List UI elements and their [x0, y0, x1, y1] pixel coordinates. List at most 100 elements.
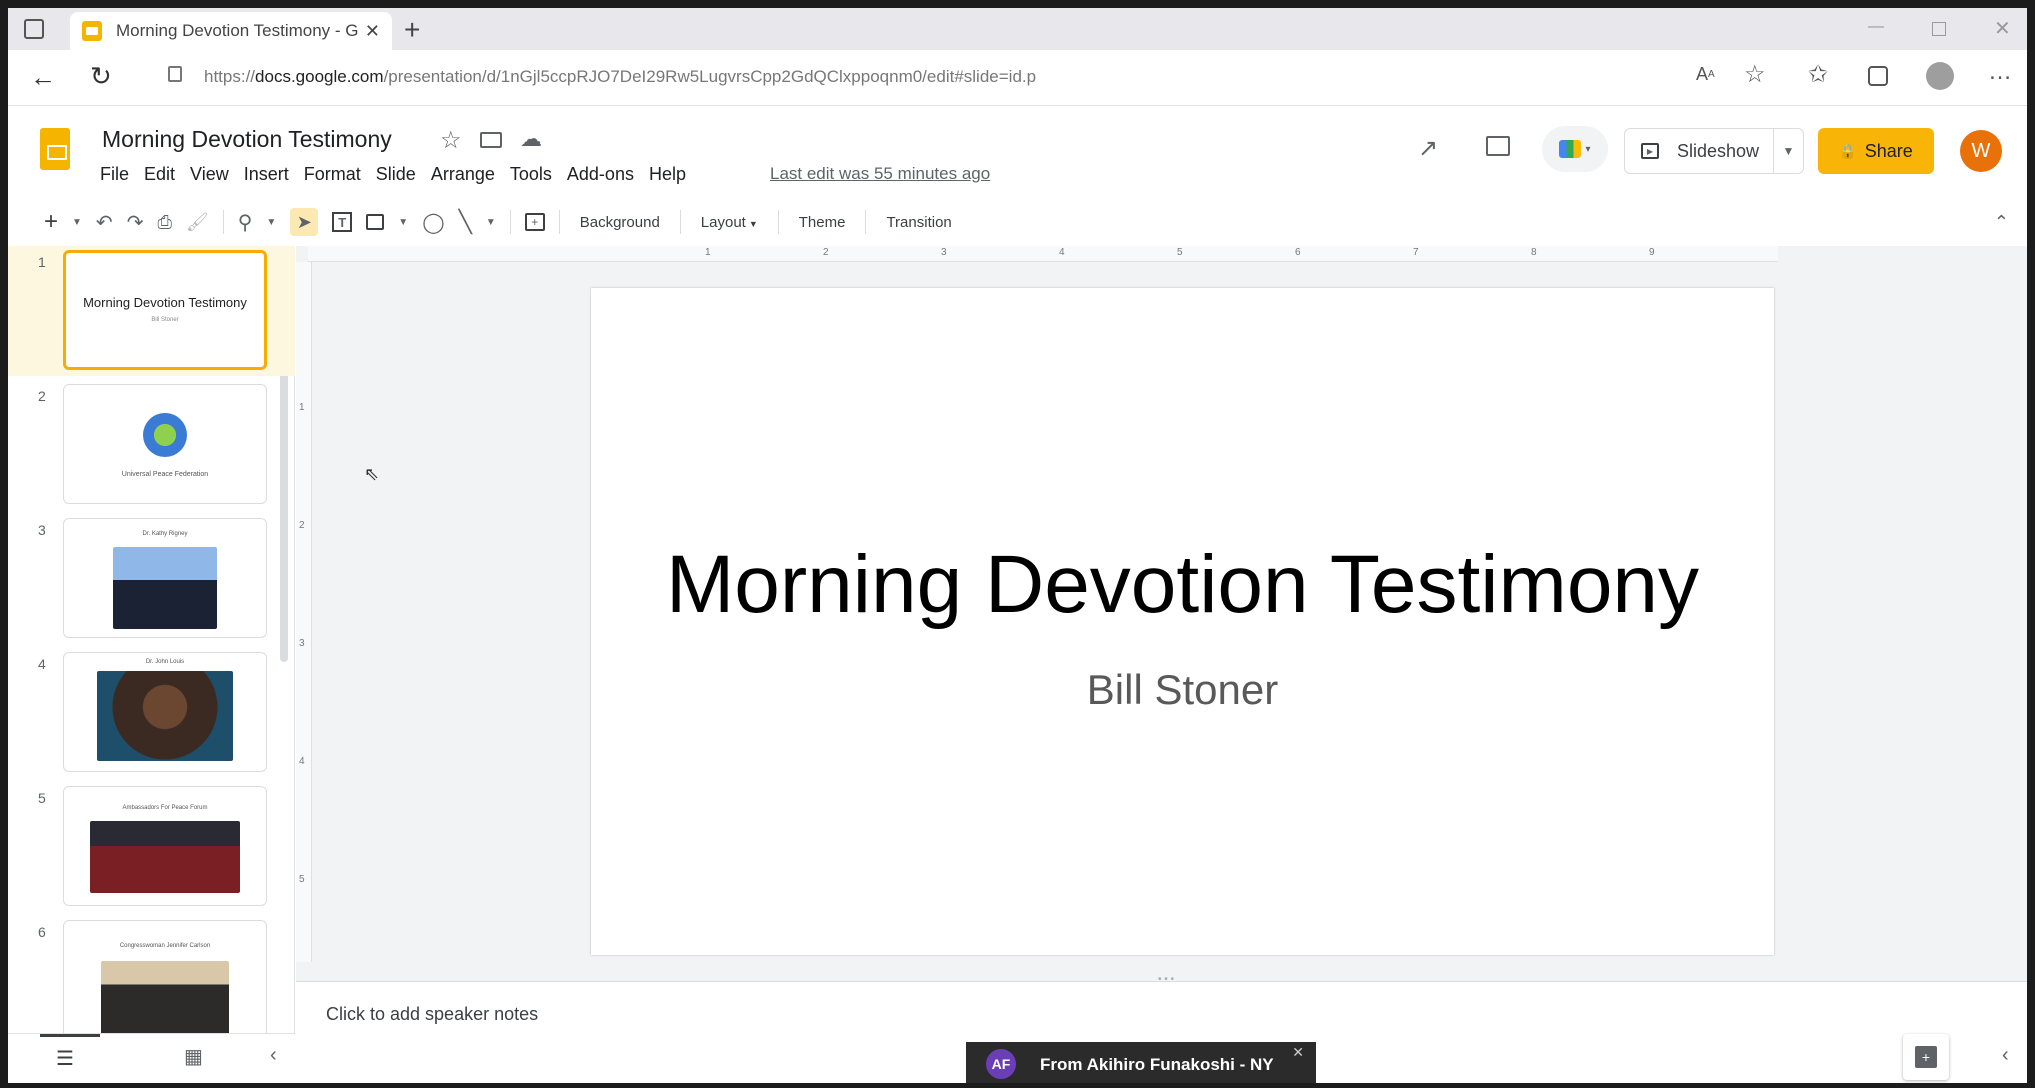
favorites-icon[interactable]: ✩ [1808, 60, 1828, 89]
vertical-ruler[interactable]: 1 2 3 4 5 [296, 262, 312, 962]
slide-thumbnail[interactable]: Dr. John Louis [63, 652, 267, 772]
collections-icon[interactable] [1868, 66, 1888, 86]
shape-icon[interactable]: ◯ [422, 210, 444, 235]
star-icon[interactable]: ☆ [440, 126, 462, 155]
document-title[interactable]: Morning Devotion Testimony [102, 126, 392, 153]
filmstrip-slide[interactable]: 2 Universal Peace Federation [8, 380, 295, 510]
thumb-photo [97, 671, 233, 761]
refresh-icon[interactable]: ↻ [90, 61, 112, 92]
collapse-panel-icon[interactable]: ‹ [270, 1044, 277, 1067]
zoom-dropdown-icon[interactable]: ▼ [266, 217, 276, 228]
ruler-tick-label: 6 [1295, 247, 1301, 258]
collapse-toolbar-icon[interactable]: ⌃ [1994, 212, 2009, 233]
tab-actions-icon[interactable] [24, 19, 44, 39]
menu-format[interactable]: Format [304, 164, 361, 185]
select-cursor-icon[interactable]: ➤ [290, 208, 319, 236]
toolbar-divider [222, 210, 224, 234]
undo-icon[interactable]: ↶ [96, 210, 113, 235]
grid-view-icon[interactable]: ▦ [184, 1044, 203, 1069]
menu-addons[interactable]: Add-ons [567, 164, 634, 185]
ruler-tick-label: 2 [299, 520, 305, 531]
lock-icon [168, 66, 182, 82]
filmstrip-slide[interactable]: 6 Congresswoman Jennifer Carlson [8, 916, 295, 1046]
menu-arrange[interactable]: Arrange [431, 164, 495, 185]
menu-tools[interactable]: Tools [510, 164, 552, 185]
mouse-cursor-icon: ⇖ [364, 464, 380, 484]
slide-canvas[interactable]: Morning Devotion Testimony Bill Stoner [591, 288, 1774, 955]
side-panel-toggle-icon[interactable]: ‹ [2002, 1044, 2009, 1067]
read-aloud-icon[interactable]: AA [1696, 64, 1715, 85]
lock-icon: 🔒 [1839, 142, 1857, 159]
slide-number: 3 [38, 522, 46, 538]
theme-button[interactable]: Theme [793, 214, 852, 231]
restore-icon[interactable] [1932, 22, 1946, 36]
horizontal-ruler[interactable]: 1 2 3 4 5 6 7 8 9 [308, 246, 1778, 262]
paint-format-icon[interactable]: 🖌 [186, 212, 209, 233]
menu-slide[interactable]: Slide [376, 164, 416, 185]
activity-trend-icon[interactable]: ↗ [1418, 134, 1438, 163]
notes-resize-handle[interactable]: • • • [1158, 974, 1174, 985]
redo-icon[interactable]: ↷ [127, 210, 144, 235]
ruler-tick-label: 4 [1059, 247, 1065, 258]
print-icon[interactable]: ⎙ [157, 212, 171, 233]
close-window-icon[interactable]: ✕ [1994, 16, 2011, 41]
cloud-status-icon[interactable]: ☁ [520, 126, 542, 152]
slide-thumbnail[interactable]: Morning Devotion Testimony Bill Stoner [63, 250, 267, 370]
image-icon[interactable] [366, 214, 385, 230]
slide-number: 5 [38, 790, 46, 806]
filmstrip-slide[interactable]: 4 Dr. John Louis [8, 648, 295, 778]
url-field[interactable]: https://docs.google.com/presentation/d/1… [204, 58, 1714, 96]
new-tab-icon[interactable]: + [404, 14, 420, 46]
text-box-icon[interactable]: T [332, 212, 353, 232]
account-avatar[interactable]: W [1960, 130, 2002, 172]
transition-button[interactable]: Transition [880, 214, 957, 231]
line-icon[interactable]: ╲ [459, 209, 472, 235]
toolbar: + ▼ ↶ ↷ ⎙ 🖌 ⚲ ▼ ➤ T ▼ ◯ ╲ ▼ + Background… [8, 198, 2027, 246]
slideshow-label: Slideshow [1677, 140, 1760, 161]
menu-help[interactable]: Help [649, 164, 686, 185]
menu-insert[interactable]: Insert [244, 164, 289, 185]
last-edit-link[interactable]: Last edit was 55 minutes ago [770, 164, 990, 184]
comments-icon[interactable] [1486, 136, 1510, 156]
slide-subtitle[interactable]: Bill Stoner [591, 666, 1774, 714]
zoom-icon[interactable]: ⚲ [238, 210, 253, 235]
background-button[interactable]: Background [574, 214, 666, 231]
tab-bar: Morning Devotion Testimony - G ✕ + — ✕ [8, 8, 2027, 50]
browser-tab[interactable]: Morning Devotion Testimony - G ✕ [70, 12, 392, 50]
slideshow-dropdown-icon[interactable]: ▼ [1773, 129, 1803, 173]
more-options-icon[interactable]: … [1988, 58, 2012, 86]
thumb-subtitle: Bill Stoner [151, 317, 179, 323]
menu-edit[interactable]: Edit [144, 164, 175, 185]
menu-file[interactable]: File [100, 164, 129, 185]
profile-icon[interactable] [1926, 62, 1954, 90]
favorite-star-icon[interactable]: ☆ [1744, 60, 1766, 89]
share-button[interactable]: 🔒 Share [1818, 128, 1934, 174]
slide-thumbnail[interactable]: Universal Peace Federation [63, 384, 267, 504]
slides-logo-icon[interactable] [40, 128, 70, 170]
layout-button[interactable]: Layout ▼ [695, 214, 764, 231]
slideshow-button[interactable]: ▶ Slideshow ▼ [1624, 128, 1804, 174]
close-tab-icon[interactable]: ✕ [365, 21, 380, 42]
new-slide-dropdown-icon[interactable]: ▼ [72, 217, 82, 228]
slide-thumbnail[interactable]: Dr. Kathy Rigney [63, 518, 267, 638]
line-dropdown-icon[interactable]: ▼ [486, 217, 496, 228]
meet-icon[interactable]: ▾ [1542, 126, 1608, 172]
filmstrip-view-icon[interactable]: ☰ [56, 1046, 74, 1071]
filmstrip-slide[interactable]: 5 Ambassadors For Peace Forum [8, 782, 295, 912]
slide-thumbnail[interactable]: Ambassadors For Peace Forum [63, 786, 267, 906]
comment-add-icon[interactable]: + [524, 213, 545, 231]
ruler-tick-label: 1 [299, 402, 305, 413]
filmstrip-slide[interactable]: 1 Morning Devotion Testimony Bill Stoner [8, 246, 295, 376]
close-notification-icon[interactable]: ✕ [1292, 1044, 1304, 1061]
menu-view[interactable]: View [190, 164, 229, 185]
back-icon[interactable]: ← [30, 62, 56, 93]
chat-notification[interactable]: AF From Akihiro Funakoshi - NY ✕ [966, 1042, 1316, 1083]
move-folder-icon[interactable] [480, 132, 502, 148]
image-dropdown-icon[interactable]: ▼ [398, 217, 408, 228]
explore-button[interactable]: + [1903, 1034, 1949, 1080]
minimize-icon[interactable]: — [1868, 18, 1884, 36]
new-slide-icon[interactable]: + [44, 208, 58, 236]
slide-thumbnail[interactable]: Congresswoman Jennifer Carlson [63, 920, 267, 1040]
filmstrip-slide[interactable]: 3 Dr. Kathy Rigney [8, 514, 295, 644]
slide-title[interactable]: Morning Devotion Testimony [591, 538, 1774, 632]
